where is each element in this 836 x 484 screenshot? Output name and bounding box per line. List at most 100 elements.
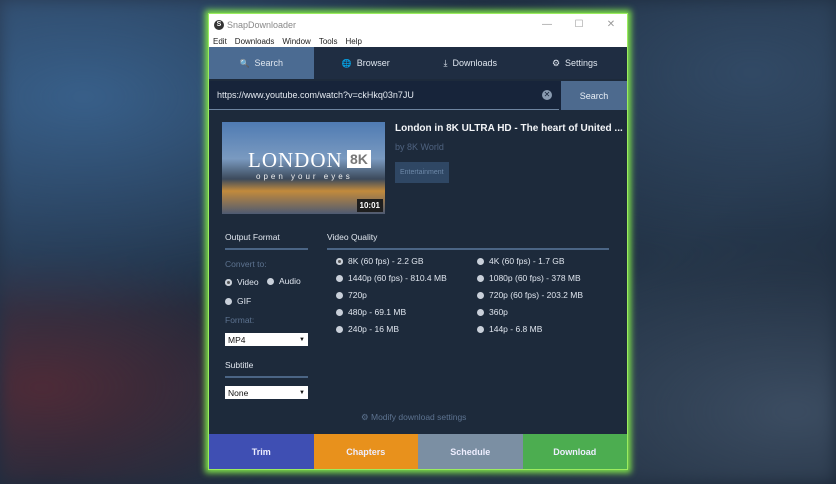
radio-icon	[477, 257, 484, 265]
quality-option[interactable]: 1440p (60 fps) - 810.4 MB	[336, 273, 447, 283]
divider	[327, 248, 609, 250]
quality-label: 144p - 6.8 MB	[489, 324, 543, 334]
menu-tools[interactable]: Tools	[319, 37, 338, 46]
app-logo-icon: S	[214, 19, 224, 30]
subtitle-select[interactable]: None ▼	[225, 386, 308, 399]
radio-icon	[225, 278, 232, 286]
tab-bar: 🔍 Search 🌐 Browser ⤓ Downloads ⚙ Settings	[209, 47, 627, 79]
radio-video[interactable]: Video	[225, 277, 259, 287]
convert-label: Convert to:	[225, 259, 267, 269]
category-badge: Entertainment	[395, 162, 449, 183]
quality-label: 240p - 16 MB	[348, 324, 400, 334]
radio-icon	[336, 325, 343, 333]
clear-icon[interactable]: ✕	[542, 90, 552, 100]
title-bar: S SnapDownloader — ☐ ✕	[209, 14, 627, 35]
trim-button[interactable]: Trim	[209, 434, 314, 469]
tab-search[interactable]: 🔍 Search	[209, 47, 314, 79]
subtitle-heading: Subtitle	[225, 360, 254, 370]
quality-label: 720p	[348, 290, 367, 300]
video-title: London in 8K ULTRA HD - The heart of Uni…	[395, 123, 623, 134]
action-bar: Trim Chapters Schedule Download	[209, 434, 627, 469]
gear-icon: ⚙	[361, 412, 371, 422]
url-row: https://www.youtube.com/watch?v=ckHkq03n…	[209, 81, 627, 110]
quality-option[interactable]: 8K (60 fps) - 2.2 GB	[336, 256, 424, 266]
quality-label: 1080p (60 fps) - 378 MB	[489, 273, 581, 283]
modify-label: Modify download settings	[370, 412, 467, 422]
radio-icon	[336, 257, 343, 265]
tab-settings[interactable]: ⚙ Settings	[523, 47, 628, 79]
radio-icon	[267, 277, 274, 285]
format-label: Format:	[225, 315, 255, 325]
tab-label: Downloads	[452, 58, 497, 68]
dropdown-arrow-icon: ▼	[299, 389, 305, 396]
dropdown-arrow-icon: ▼	[299, 336, 305, 343]
chapters-button[interactable]: Chapters	[313, 434, 418, 469]
video-channel: by 8K World	[395, 142, 444, 152]
minimize-button[interactable]: —	[531, 19, 563, 30]
quality-option[interactable]: 480p - 69.1 MB	[336, 307, 406, 317]
close-button[interactable]: ✕	[595, 19, 627, 30]
menu-help[interactable]: Help	[346, 37, 362, 46]
thumbnail-badge: 8K	[347, 150, 371, 168]
radio-icon	[336, 308, 343, 316]
quality-option[interactable]: 4K (60 fps) - 1.7 GB	[477, 256, 565, 266]
radio-icon	[477, 274, 484, 282]
quality-option[interactable]: 720p	[336, 290, 367, 300]
thumbnail-subtitle: open your eyes	[256, 172, 353, 181]
download-icon: ⤓	[443, 57, 448, 68]
video-quality-heading: Video Quality	[327, 232, 378, 242]
radio-icon	[477, 308, 484, 316]
quality-option[interactable]: 240p - 16 MB	[336, 324, 399, 334]
gear-icon: ⚙	[551, 57, 561, 68]
quality-label: 8K (60 fps) - 2.2 GB	[348, 256, 424, 266]
subtitle-value: None	[228, 387, 249, 398]
radio-audio[interactable]: Audio	[267, 276, 301, 286]
download-button[interactable]: Download	[522, 434, 627, 469]
tab-browser[interactable]: 🌐 Browser	[314, 47, 419, 79]
quality-label: 4K (60 fps) - 1.7 GB	[489, 256, 565, 266]
menu-bar: Edit Downloads Window Tools Help	[209, 35, 627, 47]
format-value: MP4	[228, 334, 246, 345]
radio-label: Audio	[279, 276, 301, 286]
radio-icon	[336, 274, 343, 282]
modify-settings-link[interactable]: ⚙ Modify download settings	[361, 412, 466, 423]
menu-edit[interactable]: Edit	[213, 37, 227, 46]
divider	[225, 376, 308, 378]
url-value: https://www.youtube.com/watch?v=ckHkq03n…	[217, 90, 414, 100]
tab-label: Browser	[356, 58, 390, 68]
globe-icon: 🌐	[341, 58, 352, 68]
radio-gif[interactable]: GIF	[225, 296, 251, 306]
maximize-button[interactable]: ☐	[563, 19, 595, 30]
quality-label: 1440p (60 fps) - 810.4 MB	[348, 273, 447, 283]
radio-icon	[477, 291, 484, 299]
search-button[interactable]: Search	[561, 81, 627, 110]
quality-label: 360p	[489, 307, 508, 317]
radio-icon	[336, 291, 343, 299]
search-icon: 🔍	[239, 58, 250, 68]
output-format-heading: Output Format	[225, 232, 280, 242]
schedule-button[interactable]: Schedule	[418, 434, 523, 469]
divider	[225, 248, 308, 250]
quality-option[interactable]: 1080p (60 fps) - 378 MB	[477, 273, 581, 283]
tab-label: Settings	[565, 58, 598, 68]
quality-option[interactable]: 144p - 6.8 MB	[477, 324, 542, 334]
url-input[interactable]: https://www.youtube.com/watch?v=ckHkq03n…	[209, 81, 559, 110]
menu-downloads[interactable]: Downloads	[235, 37, 275, 46]
tab-label: Search	[254, 58, 283, 68]
video-duration: 10:01	[356, 199, 383, 212]
radio-label: GIF	[237, 296, 252, 306]
radio-icon	[477, 325, 484, 333]
format-select[interactable]: MP4 ▼	[225, 333, 308, 346]
thumbnail-title: LONDON	[248, 148, 343, 172]
menu-window[interactable]: Window	[282, 37, 310, 46]
video-thumbnail[interactable]: LONDON 8K open your eyes 10:01	[222, 122, 385, 214]
radio-icon	[225, 297, 232, 305]
app-window: S SnapDownloader — ☐ ✕ Edit Downloads Wi…	[208, 13, 628, 470]
quality-label: 480p - 69.1 MB	[348, 307, 407, 317]
quality-label: 720p (60 fps) - 203.2 MB	[489, 290, 584, 300]
radio-label: Video	[237, 277, 259, 287]
tab-downloads[interactable]: ⤓ Downloads	[418, 47, 523, 79]
quality-option[interactable]: 720p (60 fps) - 203.2 MB	[477, 290, 583, 300]
quality-option[interactable]: 360p	[477, 307, 508, 317]
window-title: SnapDownloader	[227, 19, 297, 30]
